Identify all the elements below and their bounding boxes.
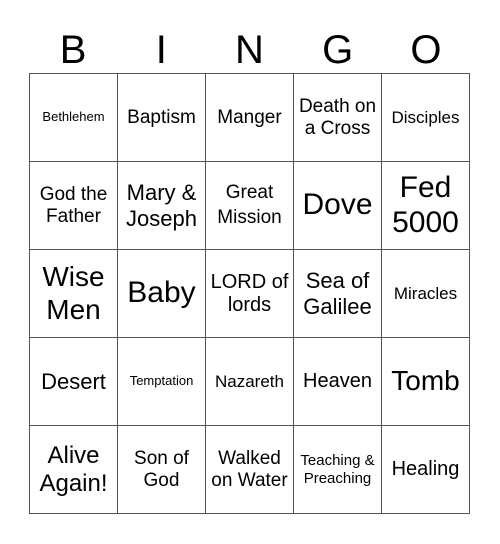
bingo-cell[interactable]: Miracles <box>382 250 470 338</box>
header-letter-o: O <box>410 28 442 72</box>
bingo-cell[interactable]: Disciples <box>382 74 470 162</box>
bingo-cell[interactable]: Tomb <box>382 338 470 426</box>
bingo-cell[interactable]: Heaven <box>294 338 382 426</box>
bingo-header: B I N G O <box>29 28 470 72</box>
bingo-cell[interactable]: Death on a Cross <box>294 74 382 162</box>
bingo-cell[interactable]: Son of God <box>118 426 206 514</box>
bingo-cell[interactable]: Alive Again! <box>30 426 118 514</box>
bingo-cell[interactable]: Wise Men <box>30 250 118 338</box>
bingo-cell[interactable]: Healing <box>382 426 470 514</box>
bingo-cell[interactable]: Manger <box>206 74 294 162</box>
bingo-cell[interactable]: Teaching & Preaching <box>294 426 382 514</box>
bingo-cell[interactable]: Great Mission <box>206 162 294 250</box>
bingo-cell[interactable]: Walked on Water <box>206 426 294 514</box>
bingo-cell[interactable]: Sea of Galilee <box>294 250 382 338</box>
header-letter-b: B <box>59 28 87 72</box>
bingo-cell[interactable]: Temptation <box>118 338 206 426</box>
bingo-cell[interactable]: Baby <box>118 250 206 338</box>
bingo-cell[interactable]: God the Father <box>30 162 118 250</box>
header-letter-g: G <box>322 28 354 72</box>
bingo-cell[interactable]: Bethlehem <box>30 74 118 162</box>
bingo-cell[interactable]: Baptism <box>118 74 206 162</box>
bingo-cell[interactable]: Nazareth <box>206 338 294 426</box>
bingo-cell[interactable]: Mary & Joseph <box>118 162 206 250</box>
bingo-cell[interactable]: LORD of lords <box>206 250 294 338</box>
bingo-cell[interactable]: Desert <box>30 338 118 426</box>
bingo-cell[interactable]: Fed 5000 <box>382 162 470 250</box>
bingo-grid: Bethlehem Baptism Manger Death on a Cros… <box>29 73 470 514</box>
header-letter-i: I <box>155 28 167 72</box>
header-letter-n: N <box>235 28 264 72</box>
bingo-cell[interactable]: Dove <box>294 162 382 250</box>
